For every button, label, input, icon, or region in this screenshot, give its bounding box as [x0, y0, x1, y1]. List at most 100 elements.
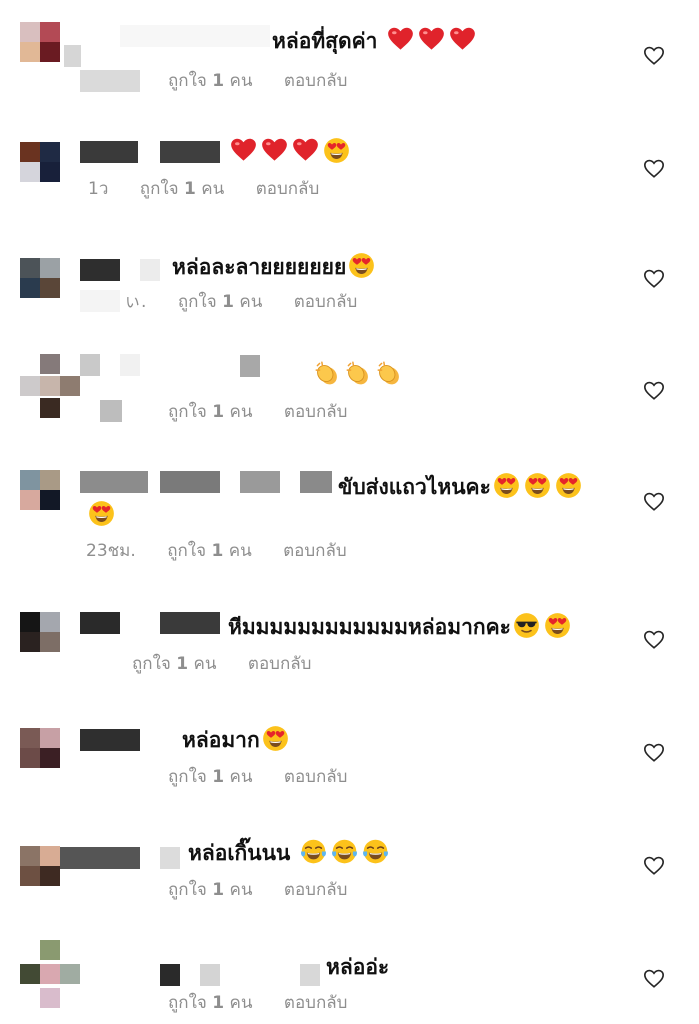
comment-text: หีมมมมมมมมมมมมหล่อมากคะ [228, 612, 573, 642]
comment-text: หล่อที่สุดค่า [272, 26, 478, 56]
like-heart-icon[interactable] [643, 45, 665, 67]
timestamp: ぃ. [124, 292, 147, 312]
comment-item: หล่อเกิ๊นนน ถูกใจ 1 คน ตอบกลับ [0, 810, 699, 922]
comment-text: ขับส่งแถวไหนคะ [338, 472, 598, 502]
reply-button[interactable]: ตอบกลับ [284, 993, 348, 1013]
avatar[interactable] [20, 22, 60, 62]
username[interactable] [240, 471, 280, 493]
username[interactable] [120, 25, 270, 47]
like-heart-icon[interactable] [643, 968, 665, 990]
like-count-link[interactable]: ถูกใจ 1 คน [168, 767, 253, 787]
heart-emoji-icon [385, 27, 416, 53]
like-heart-icon[interactable] [643, 268, 665, 290]
tears-of-joy-emoji-icon [298, 839, 329, 865]
comment-item: หล่อมาก ถูกใจ 1 คน ตอบกลับ [0, 698, 699, 810]
avatar[interactable] [20, 728, 60, 768]
heart-emoji-icon [447, 27, 478, 53]
username[interactable] [160, 964, 180, 986]
comment-item: ถูกใจ 1 คน ตอบกลับ [0, 336, 699, 448]
avatar[interactable] [20, 940, 80, 1010]
reply-button[interactable]: ตอบกลับ [248, 654, 312, 674]
username[interactable] [80, 471, 148, 493]
heart-eyes-emoji-icon [321, 138, 352, 164]
like-count-link[interactable]: ถูกใจ 1 คน [168, 880, 253, 900]
heart-eyes-emoji-icon [542, 613, 573, 639]
comment-meta: ถูกใจ 1 คน ตอบกลับ [168, 992, 373, 1014]
username[interactable] [80, 354, 100, 376]
heart-emoji-icon [228, 138, 259, 164]
heart-eyes-emoji-icon [491, 473, 522, 499]
username[interactable] [80, 612, 120, 634]
reply-button[interactable]: ตอบกลับ [284, 71, 348, 91]
username[interactable] [80, 259, 120, 281]
username[interactable] [160, 141, 220, 163]
username[interactable] [160, 612, 220, 634]
heart-eyes-emoji-icon [553, 473, 584, 499]
username[interactable] [300, 964, 320, 986]
reply-button[interactable]: ตอบกลับ [284, 880, 348, 900]
username[interactable] [140, 259, 160, 281]
sunglasses-emoji-icon [511, 613, 542, 639]
comment-item: หีมมมมมมมมมมมมหล่อมากคะ ถูกใจ 1 คน ตอบกล… [0, 586, 699, 698]
comment-item: 1ว ถูกใจ 1 คน ตอบกลับ [0, 112, 699, 224]
comment-meta: ถูกใจ 1 คน ตอบกลับ [168, 401, 373, 423]
like-count-link[interactable]: ถูกใจ 1 คน [167, 541, 252, 561]
avatar[interactable] [20, 470, 60, 510]
heart-eyes-emoji-icon [522, 473, 553, 499]
username[interactable] [64, 45, 81, 67]
comment-meta: ถูกใจ 1 คน ตอบกลับ [168, 879, 373, 901]
heart-eyes-emoji-icon [346, 253, 377, 279]
like-heart-icon[interactable] [643, 742, 665, 764]
like-heart-icon[interactable] [643, 491, 665, 513]
username[interactable] [60, 847, 140, 869]
like-heart-icon[interactable] [643, 629, 665, 651]
tears-of-joy-emoji-icon [329, 839, 360, 865]
avatar[interactable] [20, 258, 60, 298]
like-count-link[interactable]: ถูกใจ 1 คน [132, 654, 217, 674]
like-count-link[interactable]: ถูกใจ 1 คน [168, 402, 253, 422]
username[interactable] [80, 141, 138, 163]
clapping-hands-emoji-icon [312, 361, 343, 387]
heart-emoji-icon [416, 27, 447, 53]
reply-button[interactable]: ตอบกลับ [284, 767, 348, 787]
like-heart-icon[interactable] [643, 380, 665, 402]
heart-eyes-emoji-icon [260, 726, 291, 752]
like-count-link[interactable]: ถูกใจ 1 คน [168, 993, 253, 1013]
comment-item: หล่ออ่ะ ถูกใจ 1 คน ตอบกลับ [0, 922, 699, 1024]
avatar[interactable] [20, 846, 60, 886]
reply-button[interactable]: ตอบกลับ [256, 179, 320, 199]
like-count-link[interactable]: ถูกใจ 1 คน [168, 71, 253, 91]
avatar[interactable] [20, 612, 60, 652]
comment-item: ขับส่งแถวไหนคะ 23ชม. ถูกใจ 1 คน ตอบกลับ [0, 448, 699, 586]
username[interactable] [200, 964, 220, 986]
heart-eyes-emoji-icon [86, 501, 117, 527]
reply-button[interactable]: ตอบกลับ [283, 541, 347, 561]
username[interactable] [80, 729, 140, 751]
comment-item: หล่อที่สุดค่า ถูกใจ 1 คน ตอบกลับ [0, 0, 699, 112]
like-heart-icon[interactable] [643, 158, 665, 180]
comment-text: หล่ออ่ะ [326, 955, 390, 979]
comment-meta: ถูกใจ 1 คน ตอบกลับ [168, 766, 373, 788]
avatar[interactable] [20, 354, 80, 422]
comment-meta: ถูกใจ 1 คน ตอบกลับ [168, 70, 373, 92]
comment-text: หล่อเกิ๊นนน [188, 838, 391, 868]
username[interactable] [160, 471, 220, 493]
username[interactable] [300, 471, 332, 493]
username[interactable] [120, 354, 140, 376]
reply-button[interactable]: ตอบกลับ [294, 292, 358, 312]
reply-button[interactable]: ตอบกลับ [284, 402, 348, 422]
clapping-hands-emoji-icon [374, 361, 405, 387]
comment-item: หล่อละลายยยยยยย ぃ. ถูกใจ 1 คน ตอบกลับ [0, 224, 699, 336]
comment-text: หล่อมาก [182, 725, 291, 755]
username[interactable] [160, 847, 180, 869]
like-heart-icon[interactable] [643, 855, 665, 877]
clapping-hands-emoji-icon [343, 361, 374, 387]
username [80, 290, 120, 312]
comment-meta: 1ว ถูกใจ 1 คน ตอบกลับ [88, 178, 345, 200]
username [80, 70, 140, 92]
like-count-link[interactable]: ถูกใจ 1 คน [140, 179, 225, 199]
like-count-link[interactable]: ถูกใจ 1 คน [178, 292, 263, 312]
avatar[interactable] [20, 142, 60, 182]
heart-emoji-icon [259, 138, 290, 164]
username[interactable] [240, 355, 260, 377]
